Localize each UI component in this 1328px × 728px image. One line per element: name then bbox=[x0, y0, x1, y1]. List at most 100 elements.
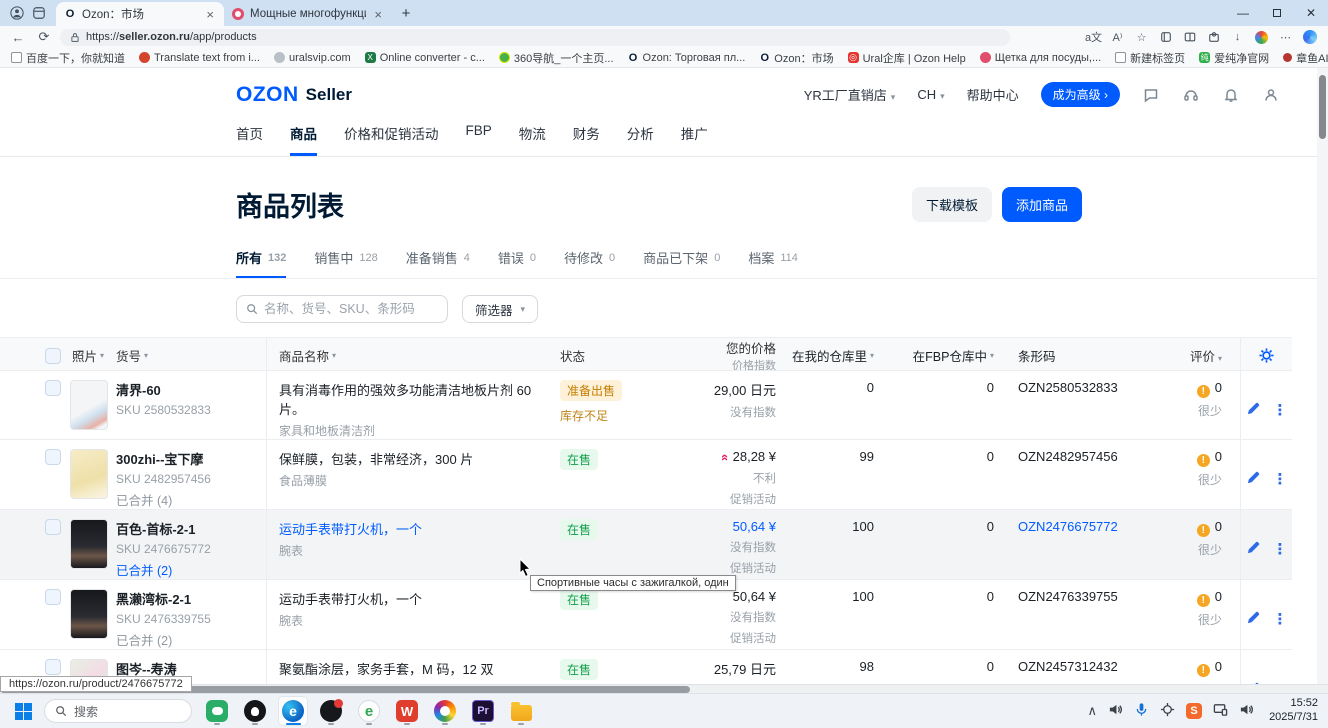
taskbar-search[interactable]: 搜索 bbox=[44, 699, 192, 723]
row-checkbox[interactable] bbox=[45, 380, 61, 396]
filter-tab[interactable]: 商品已下架0 bbox=[643, 248, 720, 278]
row-checkbox[interactable] bbox=[45, 589, 61, 605]
new-tab-button[interactable]: + bbox=[396, 3, 416, 23]
product-name[interactable]: 具有消毒作用的强效多功能清洁地板片剂 60 片。 bbox=[279, 380, 551, 418]
product-name[interactable]: 保鲜膜，包装，非常经济，300 片 bbox=[279, 449, 551, 468]
download-template-button[interactable]: 下载模板 bbox=[912, 187, 992, 222]
header-fbp-warehouse[interactable]: 在FBP仓库中▾ bbox=[888, 338, 1008, 373]
browser-profile-avatar[interactable] bbox=[1251, 28, 1272, 46]
tray-chevron-up-icon[interactable]: ∧ bbox=[1088, 703, 1098, 719]
header-item-code[interactable]: 货号▾ bbox=[116, 338, 266, 373]
minimize-button[interactable]: — bbox=[1226, 0, 1260, 26]
edit-pencil-icon[interactable] bbox=[1246, 540, 1261, 558]
edge-browser-icon[interactable] bbox=[278, 696, 308, 726]
edit-pencil-icon[interactable] bbox=[1246, 401, 1261, 419]
volume-icon[interactable] bbox=[1108, 702, 1123, 720]
headset-icon[interactable] bbox=[1182, 86, 1200, 104]
product-name[interactable]: 运动手表带打火机，一个 bbox=[279, 519, 551, 538]
help-center-link[interactable]: 帮助中心 bbox=[967, 85, 1019, 104]
header-rating[interactable]: 评价▾ bbox=[1148, 338, 1240, 373]
settings-menu-icon[interactable]: ⋯ bbox=[1275, 28, 1296, 46]
crosshair-icon[interactable] bbox=[1160, 702, 1175, 720]
sogou-input-icon[interactable]: S bbox=[1186, 703, 1202, 719]
seller-nav-tab[interactable]: 财务 bbox=[573, 123, 600, 156]
filter-tab[interactable]: 错误0 bbox=[498, 248, 536, 278]
browser-tab[interactable]: Ozon：市场× bbox=[56, 2, 224, 26]
copilot-icon[interactable] bbox=[1299, 28, 1320, 46]
bookmark-item[interactable]: Online converter - c... bbox=[358, 52, 492, 64]
row-checkbox[interactable] bbox=[45, 519, 61, 535]
ie-browser-icon[interactable] bbox=[354, 696, 384, 726]
bookmark-item[interactable]: uralsvip.com bbox=[267, 52, 358, 64]
wps-office-icon[interactable] bbox=[392, 696, 422, 726]
speaker-icon[interactable] bbox=[1239, 702, 1254, 720]
workspaces-icon[interactable] bbox=[28, 3, 50, 23]
language-selector[interactable]: CH▾ bbox=[917, 87, 944, 102]
edit-pencil-icon[interactable] bbox=[1246, 470, 1261, 488]
header-name[interactable]: 商品名称▾ bbox=[266, 338, 560, 373]
filter-tab[interactable]: 准备销售4 bbox=[406, 248, 470, 278]
seller-nav-tab[interactable]: 物流 bbox=[519, 123, 546, 156]
edit-pencil-icon[interactable] bbox=[1246, 610, 1261, 628]
bookmark-item[interactable]: 爱纯净官网 bbox=[1192, 50, 1276, 66]
account-icon[interactable] bbox=[1262, 86, 1280, 104]
bookmark-item[interactable]: Щетка для посуды,... bbox=[973, 52, 1108, 64]
favorites-star-icon[interactable]: ☆ bbox=[1131, 28, 1152, 46]
chat-icon[interactable] bbox=[1142, 86, 1160, 104]
search-input[interactable] bbox=[264, 302, 438, 316]
filter-tab[interactable]: 销售中128 bbox=[314, 248, 377, 278]
read-aloud-icon[interactable]: A⁾ bbox=[1107, 28, 1128, 46]
premium-button[interactable]: 成为高级 › bbox=[1041, 82, 1120, 107]
bookmark-item[interactable]: 新建标签页 bbox=[1108, 50, 1192, 66]
product-thumbnail[interactable] bbox=[70, 589, 108, 639]
seller-nav-tab[interactable]: 价格和促销活动 bbox=[344, 123, 439, 156]
seller-nav-tab[interactable]: 推广 bbox=[681, 123, 708, 156]
row-menu-icon[interactable]: ⋮ bbox=[1273, 401, 1288, 419]
seller-nav-tab[interactable]: FBP bbox=[466, 123, 492, 156]
product-thumbnail[interactable] bbox=[70, 380, 108, 430]
bookmark-item[interactable]: 百度一下，你就知道 bbox=[4, 50, 132, 66]
music-player-icon[interactable] bbox=[316, 696, 346, 726]
product-name[interactable]: 聚氨酯涂层，家务手套，M 码，12 双 bbox=[279, 659, 551, 678]
select-all-checkbox[interactable] bbox=[45, 348, 61, 364]
page-horizontal-scrollbar[interactable] bbox=[0, 684, 1328, 693]
bookmark-item[interactable]: 360导航_一个主页... bbox=[492, 50, 621, 66]
tab-close-icon[interactable]: × bbox=[204, 7, 216, 22]
bookmark-item[interactable]: Ozon: Торговая пл... bbox=[621, 52, 753, 64]
filter-tab[interactable]: 档案114 bbox=[748, 248, 798, 278]
bookmark-item[interactable]: Translate text from i... bbox=[132, 52, 267, 64]
bookmark-item[interactable]: 章鱼AI bbox=[1276, 50, 1328, 66]
start-button[interactable] bbox=[10, 698, 36, 724]
tab-close-icon[interactable]: × bbox=[372, 7, 384, 22]
row-checkbox[interactable] bbox=[45, 449, 61, 465]
split-screen-icon[interactable] bbox=[1179, 28, 1200, 46]
close-button[interactable]: ✕ bbox=[1294, 0, 1328, 26]
bell-icon[interactable] bbox=[1222, 86, 1240, 104]
seller-nav-tab[interactable]: 分析 bbox=[627, 123, 654, 156]
cast-monitor-icon[interactable] bbox=[1213, 702, 1228, 720]
wechat-icon[interactable] bbox=[202, 696, 232, 726]
product-thumbnail[interactable] bbox=[70, 449, 108, 499]
browser-tab[interactable]: Мощные многофункциональны× bbox=[224, 2, 392, 26]
bookmark-item[interactable]: Ural企库 | Ozon Help bbox=[841, 50, 973, 66]
header-photo[interactable]: 照片▾ bbox=[64, 338, 116, 373]
maximize-button[interactable] bbox=[1260, 0, 1294, 26]
row-menu-icon[interactable]: ⋮ bbox=[1273, 470, 1288, 488]
row-checkbox[interactable] bbox=[45, 659, 61, 675]
clock[interactable]: 15:52 2025/7/31 bbox=[1269, 697, 1318, 725]
extensions-icon[interactable] bbox=[1203, 28, 1224, 46]
product-thumbnail[interactable] bbox=[70, 519, 108, 569]
browser-360-icon[interactable] bbox=[430, 696, 460, 726]
header-my-warehouse[interactable]: 在我的仓库里▾ bbox=[776, 338, 888, 373]
filters-button[interactable]: 筛选器▾ bbox=[462, 295, 538, 323]
microphone-icon[interactable] bbox=[1134, 702, 1149, 720]
translate-icon[interactable]: a文 bbox=[1083, 28, 1104, 46]
product-search[interactable] bbox=[236, 295, 448, 323]
page-vertical-scrollbar[interactable] bbox=[1317, 68, 1328, 684]
seller-nav-tab[interactable]: 商品 bbox=[290, 123, 317, 156]
downloads-icon[interactable]: ↓ bbox=[1227, 28, 1248, 46]
row-menu-icon[interactable]: ⋮ bbox=[1273, 610, 1288, 628]
back-icon[interactable]: ← bbox=[8, 28, 28, 46]
table-settings-gear-icon[interactable] bbox=[1240, 338, 1292, 373]
premiere-icon[interactable] bbox=[468, 696, 498, 726]
